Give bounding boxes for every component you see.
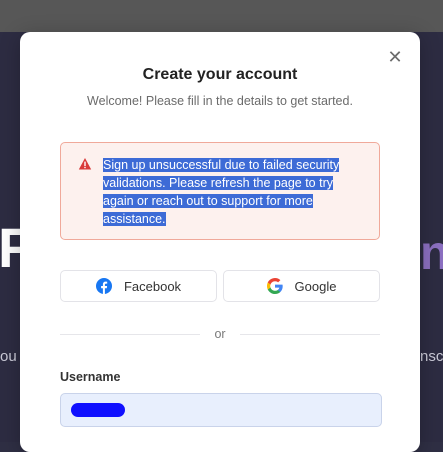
signup-modal: ✕ Create your account Welcome! Please fi…	[20, 32, 420, 452]
username-input[interactable]	[60, 393, 382, 427]
divider-or: or	[214, 327, 226, 341]
redacted-value	[71, 403, 125, 417]
google-icon	[266, 278, 283, 294]
error-alert: Sign up unsuccessful due to failed secur…	[60, 142, 380, 240]
google-signup-button[interactable]: Google	[223, 270, 380, 302]
google-button-label: Google	[294, 278, 337, 294]
browser-top-bar	[0, 0, 443, 32]
background-heading-fragment-right: n	[420, 227, 443, 280]
error-message[interactable]: Sign up unsuccessful due to failed secur…	[103, 156, 353, 228]
modal-subtitle: Welcome! Please fill in the details to g…	[87, 94, 353, 108]
divider-line-right	[240, 334, 380, 335]
close-button[interactable]: ✕	[386, 48, 404, 66]
error-message-text: Sign up unsuccessful due to failed secur…	[103, 158, 340, 226]
background-text-fragment-right: nsc	[420, 348, 443, 365]
modal-title: Create your account	[142, 66, 298, 83]
close-icon: ✕	[387, 47, 403, 67]
divider-line-left	[60, 334, 200, 335]
username-label: Username	[60, 370, 121, 384]
facebook-icon	[95, 278, 112, 294]
warning-triangle-icon	[78, 158, 92, 170]
background-text-fragment: ou	[0, 348, 17, 365]
background-heading-fragment: F	[0, 216, 33, 279]
facebook-signup-button[interactable]: Facebook	[60, 270, 217, 302]
facebook-button-label: Facebook	[123, 278, 182, 294]
